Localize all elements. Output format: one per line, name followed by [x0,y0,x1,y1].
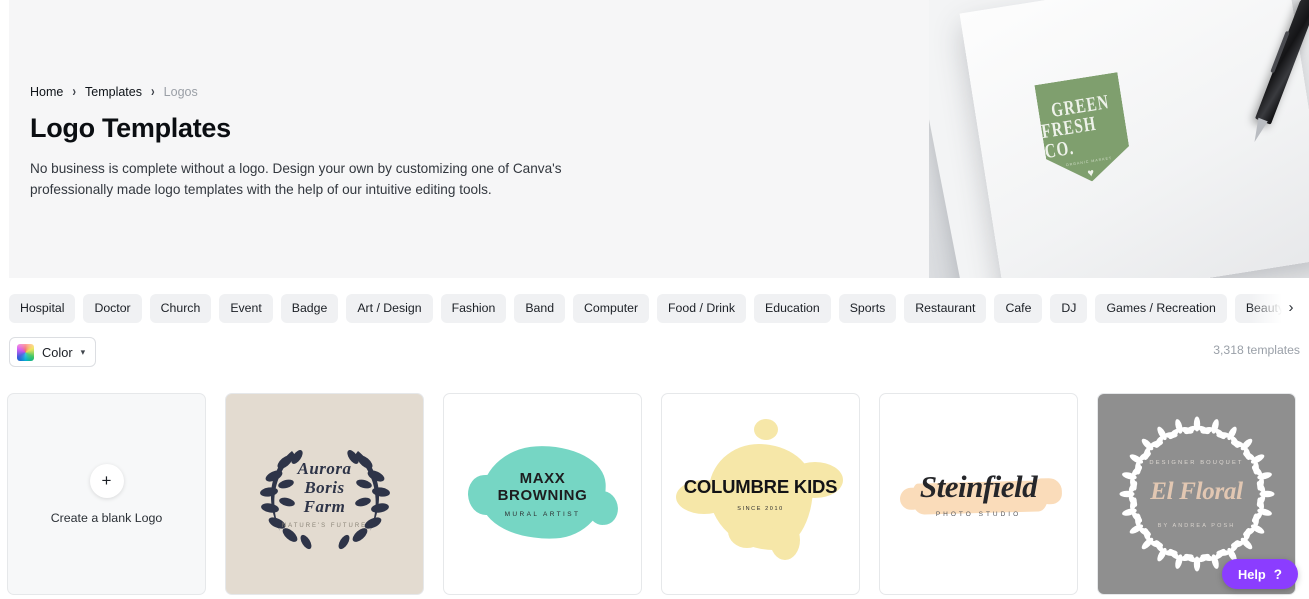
question-mark-icon: ? [1273,566,1282,582]
category-pill-fashion[interactable]: Fashion [440,293,507,323]
template-title-line-3: Farm [303,497,346,516]
page-title: Logo Templates [30,113,231,143]
heart-icon: ♥ [1086,167,1096,180]
hero-copy: Home › Templates › Logos Logo Templates … [30,84,630,200]
template-title-line-2: El Floral [1150,477,1243,505]
category-pill-sports[interactable]: Sports [838,293,897,323]
color-wheel-icon [17,343,34,361]
chevron-right-icon: › [151,83,155,101]
category-pill-cafe[interactable]: Cafe [994,293,1043,323]
category-pill-band[interactable]: Band [514,293,566,323]
breadcrumb: Home › Templates › Logos [30,84,630,100]
template-title-line-1: COLUMBRE KIDS [683,476,838,497]
template-title-line-1: Steinfield [919,468,1038,504]
category-pill-bar: Hospital Doctor Church Event Badge Art /… [0,291,1309,325]
chevron-right-icon: › [72,83,77,101]
template-card-steinfield[interactable]: Steinfield PHOTO STUDIO [879,393,1078,595]
filter-bar: Color ▾ 3,318 templates [0,337,1309,367]
template-count: 3,318 templates [1213,343,1300,357]
category-pill-badge[interactable]: Badge [280,293,339,323]
yellow-splat-blob-c [770,520,800,560]
category-pill-food-drink[interactable]: Food / Drink [657,293,747,323]
color-filter-label: Color [42,344,73,360]
breadcrumb-item-logos: Logos [163,85,198,99]
template-title-line-1: Aurora [297,459,352,478]
breadcrumb-item-home[interactable]: Home [30,84,63,100]
yellow-splat-blob-b [728,514,766,548]
hero-artwork: GREEN FRESH CO. ORGANIC MARKET ♥ [929,0,1309,278]
plus-icon: + [89,463,124,498]
chevron-down-icon: ▾ [80,346,86,357]
template-card-maxx-browning[interactable]: MAXX BROWNING MURAL ARTIST [443,393,642,595]
category-pill-dj[interactable]: DJ [1050,293,1088,323]
category-pill-doctor[interactable]: Doctor [83,293,142,323]
template-title-line-3: BY ANDREA POSH [1157,522,1236,529]
create-blank-logo-card[interactable]: + Create a blank Logo [7,393,206,595]
category-pill-education[interactable]: Education [754,293,831,323]
color-filter-dropdown[interactable]: Color ▾ [9,337,97,367]
template-subtitle: NATURE'S FUTURE [281,523,368,529]
template-grid: + Create a blank Logo Aurora Boris Farm … [7,393,1296,595]
help-label: Help [1238,566,1266,582]
breadcrumb-item-templates[interactable]: Templates [85,84,142,100]
category-pill-church[interactable]: Church [149,293,212,323]
hero-left-edge [0,0,9,278]
template-subtitle: PHOTO STUDIO [935,510,1022,518]
category-pill-restaurant[interactable]: Restaurant [904,293,987,323]
template-subtitle: SINCE 2010 [737,506,784,512]
category-pill-basketball[interactable]: Basketball [1303,293,1309,323]
category-pill-hospital[interactable]: Hospital [9,293,76,323]
create-blank-logo-label: Create a blank Logo [50,510,163,525]
category-pill-event[interactable]: Event [219,293,273,323]
category-pill-art-design[interactable]: Art / Design [346,293,433,323]
template-title-line-2: BROWNING [497,487,588,504]
category-pill-track[interactable]: Hospital Doctor Church Event Badge Art /… [0,291,1309,325]
hero-banner: GREEN FRESH CO. ORGANIC MARKET ♥ Home › … [0,0,1309,278]
template-card-columbre-kids[interactable]: COLUMBRE KIDS SINCE 2010 [661,393,860,595]
template-title-line-1: DESIGNER BOUQUET [1149,459,1244,466]
category-pill-games-recreation[interactable]: Games / Recreation [1095,293,1227,323]
category-pill-computer[interactable]: Computer [573,293,650,323]
help-button[interactable]: Help ? [1222,559,1298,589]
template-subtitle: MURAL ARTIST [504,511,581,518]
yellow-splat-dot [754,419,778,440]
chevron-right-icon[interactable]: › [1279,295,1303,319]
template-title-line-1: MAXX [519,470,566,487]
template-card-aurora-boris-farm[interactable]: Aurora Boris Farm NATURE'S FUTURE [225,393,424,595]
page-description: No business is complete without a logo. … [30,161,562,197]
template-title-line-2: Boris [304,478,345,497]
